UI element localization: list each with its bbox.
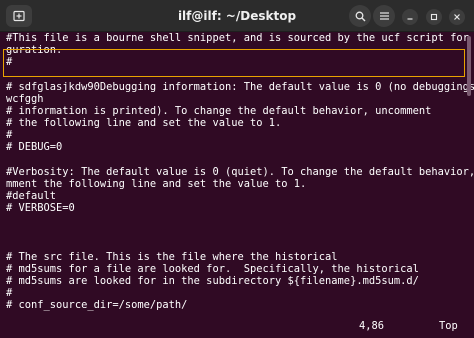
terminal-line: # md5sums for a file are looked for. Spe… <box>6 262 419 275</box>
editor-status-bar: 4,86 Top <box>0 320 474 334</box>
cursor-position: 4,86 <box>359 320 385 332</box>
search-icon <box>355 11 365 21</box>
terminal-line: #This file is a bourne shell snippet, an… <box>6 32 474 44</box>
terminal-line: # conf_source_dir=/some/path/ <box>6 299 188 312</box>
hamburger-menu-icon <box>379 12 389 20</box>
terminal-line: # The src file. This is the file where t… <box>6 250 338 263</box>
maximize-button[interactable] <box>426 9 442 25</box>
terminal-line: #default <box>6 189 57 202</box>
terminal-line: wcfggh <box>6 92 44 105</box>
close-icon <box>454 14 460 20</box>
terminal-line: # <box>6 56 13 69</box>
menu-button[interactable] <box>373 5 395 27</box>
terminal-line: # md5sums are looked for in the subdirec… <box>6 274 419 287</box>
terminal-line: guration. <box>6 44 63 57</box>
close-button[interactable] <box>449 9 465 25</box>
maximize-icon <box>430 13 438 21</box>
search-button[interactable] <box>349 5 371 27</box>
title-bar: ilf@ilf: ~/Desktop <box>0 0 474 32</box>
scrollbar-thumb[interactable] <box>467 36 471 96</box>
minimize-button[interactable] <box>402 9 418 25</box>
new-tab-icon <box>13 10 25 22</box>
terminal-line: # <box>6 129 13 142</box>
terminal-line: # DEBUG=0 <box>6 141 63 154</box>
terminal-line: # <box>6 286 13 299</box>
new-tab-button[interactable] <box>6 5 32 27</box>
scrollbar[interactable] <box>467 36 471 328</box>
terminal-line: mment the following line and set the val… <box>6 177 307 190</box>
terminal-text-area[interactable]: #This file is a bourne shell snippet, an… <box>0 32 474 338</box>
terminal-line: # the following line and set the value t… <box>6 116 282 129</box>
terminal-line: # information is printed). To change the… <box>6 104 432 117</box>
scroll-position: Top <box>439 320 458 332</box>
terminal-line: # VERBOSE=0 <box>6 201 75 214</box>
terminal-line: # sdfglasjkdw90Debugging information: Th… <box>6 80 474 93</box>
minimize-icon <box>407 18 413 20</box>
terminal-line: #Verbosity: The default value is 0 (quie… <box>6 165 474 178</box>
